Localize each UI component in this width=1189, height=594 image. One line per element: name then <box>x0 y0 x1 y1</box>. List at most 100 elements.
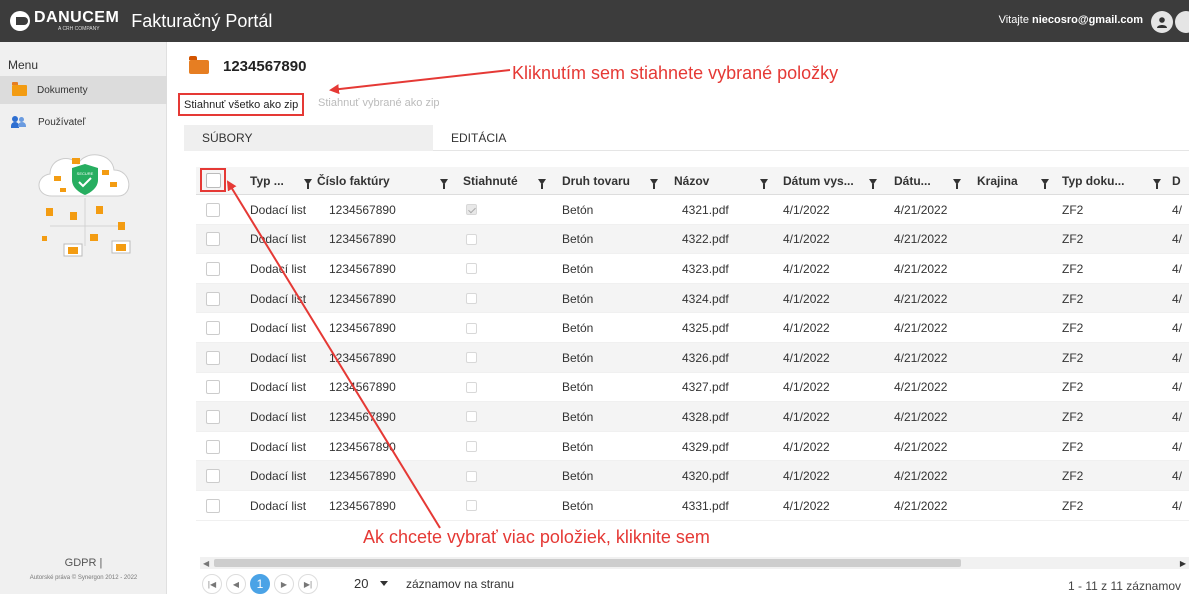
downloaded-indicator <box>466 381 477 393</box>
table-row[interactable]: Dodací list 1234567890 Betón 4331.pdf 4/1/20… <box>196 491 1189 521</box>
sidebar-item-label: Používateľ <box>38 116 86 128</box>
column-header-stiahnute[interactable]: Stiahnuté <box>463 167 518 195</box>
scroll-right-icon[interactable]: ▶ <box>1180 559 1186 568</box>
cell-druh-tovaru: Betón <box>562 469 594 484</box>
sidebar-item-dokumenty[interactable]: Dokumenty <box>0 76 167 104</box>
filter-icon[interactable] <box>1153 179 1161 189</box>
column-header-datum-vystavenia[interactable]: Dátum vys... <box>783 167 854 195</box>
next-page-button[interactable]: ▶ <box>274 574 294 594</box>
row-select-checkbox[interactable] <box>206 469 220 484</box>
scroll-left-icon[interactable]: ◀ <box>203 559 209 568</box>
cell-datum-2: 4/21/2022 <box>894 321 948 336</box>
table-row[interactable]: Dodací list 1234567890 Betón 4328.pdf 4/1/20… <box>196 402 1189 432</box>
filter-icon[interactable] <box>440 179 448 189</box>
cell-nazov: 4325.pdf <box>682 321 729 336</box>
filter-icon[interactable] <box>538 179 546 189</box>
table-row[interactable]: Dodací list 1234567890 Betón 4323.pdf 4/1/20… <box>196 254 1189 284</box>
sidebar-item-pouzivatel[interactable]: Používateľ <box>0 108 167 136</box>
column-header-datum-2[interactable]: Dátu... <box>894 167 931 195</box>
row-select-checkbox[interactable] <box>206 232 220 247</box>
filter-icon[interactable] <box>650 179 658 189</box>
select-all-highlight <box>200 168 226 192</box>
cell-typ-dokumentu: ZF2 <box>1062 439 1084 454</box>
table-row[interactable]: Dodací list 1234567890 Betón 4326.pdf 4/1/20… <box>196 342 1189 373</box>
horizontal-scrollbar[interactable]: ◀ ▶ <box>200 557 1189 569</box>
row-select-checkbox[interactable] <box>206 291 220 306</box>
menu-title: Menu <box>8 58 39 72</box>
danucem-logo[interactable]: DANUCEM A CRH COMPANY <box>10 10 119 32</box>
cell-typ: Dodací list <box>250 469 307 484</box>
copyright-text: Autorské práva © Synergon 2012 - 2022 <box>29 575 138 581</box>
download-all-zip-button[interactable]: Stiahnuť všetko ako zip <box>178 93 305 116</box>
row-select-checkbox[interactable] <box>206 321 220 336</box>
table-row[interactable]: Dodací list 1234567890 Betón 4321.pdf 4/1/20… <box>196 195 1189 225</box>
column-header-typ[interactable]: Typ ... <box>250 167 284 195</box>
row-select-checkbox[interactable] <box>206 409 220 424</box>
filter-icon[interactable] <box>304 179 312 189</box>
column-header-typ-dokumentu[interactable]: Typ doku... <box>1062 167 1124 195</box>
last-page-button[interactable]: ▶| <box>298 574 318 594</box>
table-row[interactable]: Dodací list 1234567890 Betón 4327.pdf 4/1/20… <box>196 373 1189 403</box>
column-header-d[interactable]: D <box>1172 167 1181 195</box>
row-select-checkbox[interactable] <box>206 380 220 395</box>
column-header-druh-tovaru[interactable]: Druh tovaru <box>562 167 630 195</box>
scrollbar-thumb[interactable] <box>214 559 961 567</box>
logo-mark-icon <box>10 11 30 31</box>
column-header-krajina[interactable]: Krajina <box>977 167 1018 195</box>
first-page-button[interactable]: |◀ <box>202 574 222 594</box>
cell-datum-vystavenia: 4/1/2022 <box>783 321 830 336</box>
filter-icon[interactable] <box>760 179 768 189</box>
gdpr-link[interactable]: GDPR | <box>0 557 167 569</box>
cell-typ-dokumentu: ZF2 <box>1062 291 1084 306</box>
column-header-cislo-faktury[interactable]: Číslo faktúry <box>317 167 390 195</box>
cell-typ-dokumentu: ZF2 <box>1062 261 1084 276</box>
cell-cislo-faktury: 1234567890 <box>329 409 396 424</box>
cell-d: 4/ <box>1172 261 1183 276</box>
table-row[interactable]: Dodací list 1234567890 Betón 4329.pdf 4/1/20… <box>196 432 1189 462</box>
row-select-checkbox[interactable] <box>206 261 220 276</box>
page-size-select[interactable]: 20 <box>348 573 400 594</box>
grid-body: Dodací list 1234567890 Betón 4321.pdf 4/1/20… <box>196 195 1189 521</box>
table-row[interactable]: Dodací list 1234567890 Betón 4320.pdf 4/1/20… <box>196 461 1189 491</box>
sidebar: Menu Dokumenty Používateľ SECURE GDPR | … <box>0 42 167 594</box>
select-all-checkbox[interactable] <box>205 172 221 188</box>
cell-cislo-faktury: 1234567890 <box>329 439 396 454</box>
column-header-nazov[interactable]: Názov <box>674 167 709 195</box>
downloaded-indicator <box>466 293 477 305</box>
table-row[interactable]: Dodací list 1234567890 Betón 4322.pdf 4/1/20… <box>196 224 1189 255</box>
table-row[interactable]: Dodací list 1234567890 Betón 4325.pdf 4/1/20… <box>196 313 1189 343</box>
page-button-current[interactable]: 1 <box>250 574 270 594</box>
top-bar: DANUCEM A CRH COMPANY Fakturačný Portál … <box>0 0 1189 42</box>
cell-typ-dokumentu: ZF2 <box>1062 498 1084 513</box>
settings-button[interactable] <box>1175 11 1189 33</box>
cell-d: 4/ <box>1172 232 1183 247</box>
cell-nazov: 4329.pdf <box>682 439 729 454</box>
row-select-checkbox[interactable] <box>206 202 220 217</box>
prev-page-button[interactable]: ◀ <box>226 574 246 594</box>
cell-typ-dokumentu: ZF2 <box>1062 469 1084 484</box>
downloaded-indicator <box>466 233 477 245</box>
main-content: 1234567890 Stiahnuť všetko ako zip Stiah… <box>167 42 1189 594</box>
row-select-checkbox[interactable] <box>206 350 220 365</box>
secure-cloud-illustration: SECURE <box>38 154 131 257</box>
cell-typ: Dodací list <box>250 261 307 276</box>
tab-editacia[interactable]: EDITÁCIA <box>433 125 583 151</box>
user-profile-button[interactable] <box>1151 11 1173 33</box>
page-size-label: záznamov na stranu <box>406 577 515 591</box>
cell-d: 4/ <box>1172 469 1183 484</box>
cell-datum-2: 4/21/2022 <box>894 350 948 365</box>
download-selected-zip-button[interactable]: Stiahnuť vybrané ako zip <box>318 97 440 109</box>
cell-datum-2: 4/21/2022 <box>894 469 948 484</box>
cell-cislo-faktury: 1234567890 <box>329 469 396 484</box>
cell-druh-tovaru: Betón <box>562 350 594 365</box>
cell-typ-dokumentu: ZF2 <box>1062 232 1084 247</box>
row-select-checkbox[interactable] <box>206 498 220 513</box>
folder-icon <box>189 55 209 74</box>
filter-icon[interactable] <box>953 179 961 189</box>
table-row[interactable]: Dodací list 1234567890 Betón 4324.pdf 4/1/20… <box>196 283 1189 314</box>
folder-icon <box>12 81 27 96</box>
filter-icon[interactable] <box>869 179 877 189</box>
filter-icon[interactable] <box>1041 179 1049 189</box>
tab-subory[interactable]: SÚBORY <box>184 125 433 151</box>
row-select-checkbox[interactable] <box>206 439 220 454</box>
